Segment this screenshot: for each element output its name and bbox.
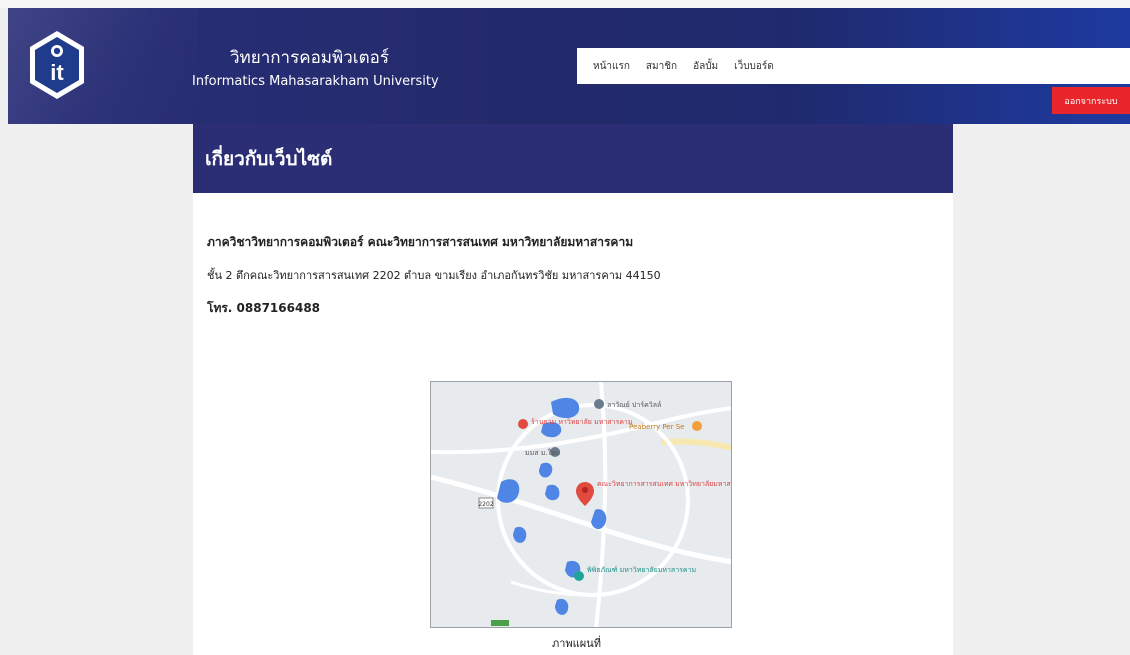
nav-webboard[interactable]: เว็บบอร์ด: [734, 59, 774, 74]
page-title: เกี่ยวกับเว็บไซต์: [205, 148, 333, 170]
it-logo[interactable]: it: [28, 30, 86, 100]
top-strip: [0, 0, 1130, 8]
content-card: เกี่ยวกับเว็บไซต์ ภาควิชาวิทยาการคอมพิวเ…: [193, 124, 953, 655]
address-text: ชั้น 2 ตึกคณะวิทยาการสารสนเทศ 2202 ตำบล …: [207, 269, 661, 282]
svg-text:2202: 2202: [478, 501, 493, 508]
location-map[interactable]: 2202 ลาวัณย์ ปาร์ควิลล์ ร้านยาม หาวิทยาล…: [430, 381, 732, 628]
logout-button[interactable]: ออกจากระบบ: [1052, 87, 1130, 114]
site-subtitle: Informatics Mahasarakham University: [192, 74, 439, 89]
svg-text:ลาวัณย์ ปาร์ควิลล์: ลาวัณย์ ปาร์ควิลล์: [607, 401, 661, 409]
nav-home[interactable]: หน้าแรก: [593, 59, 630, 74]
page-title-band: เกี่ยวกับเว็บไซต์: [193, 124, 953, 193]
logo-text: it: [50, 60, 64, 85]
phone-number: โทร. 0887166488: [207, 301, 321, 315]
nav-album[interactable]: อัลบั้ม: [693, 59, 718, 74]
site-header: it วิทยาการคอมพิวเตอร์ Informatics Mahas…: [8, 8, 1130, 124]
svg-text:พิพิธภัณฑ์ มหาวิทยาลัยมหาสารคา: พิพิธภัณฑ์ มหาวิทยาลัยมหาสารคาม: [587, 566, 696, 574]
svg-text:ร้านยาม หาวิทยาลัย มหาสารคาม: ร้านยาม หาวิทยาลัย มหาสารคาม: [531, 418, 632, 426]
map-caption: ภาพแผนที่: [552, 637, 601, 650]
organization-name: ภาควิชาวิทยาการคอมพิวเตอร์ คณะวิทยาการสา…: [207, 235, 634, 249]
map-graphic: 2202 ลาวัณย์ ปาร์ควิลล์ ร้านยาม หาวิทยาล…: [431, 382, 732, 627]
svg-text:Peaberry Per Se: Peaberry Per Se: [629, 423, 684, 431]
map-marker-gray-2: มมส ม.ใหม่: [525, 447, 560, 457]
svg-text:คณะวิทยาการสารสนเทศ มหาวิทยาลั: คณะวิทยาการสารสนเทศ มหาวิทยาลัยมหาสารคาม: [597, 480, 732, 488]
main-navigation: หน้าแรก สมาชิก อัลบั้ม เว็บบอร์ด: [577, 48, 1130, 84]
nav-members[interactable]: สมาชิก: [646, 59, 677, 74]
svg-text:มมส ม.ใหม่: มมส ม.ใหม่: [525, 448, 560, 457]
site-title: วิทยาการคอมพิวเตอร์: [230, 48, 389, 68]
